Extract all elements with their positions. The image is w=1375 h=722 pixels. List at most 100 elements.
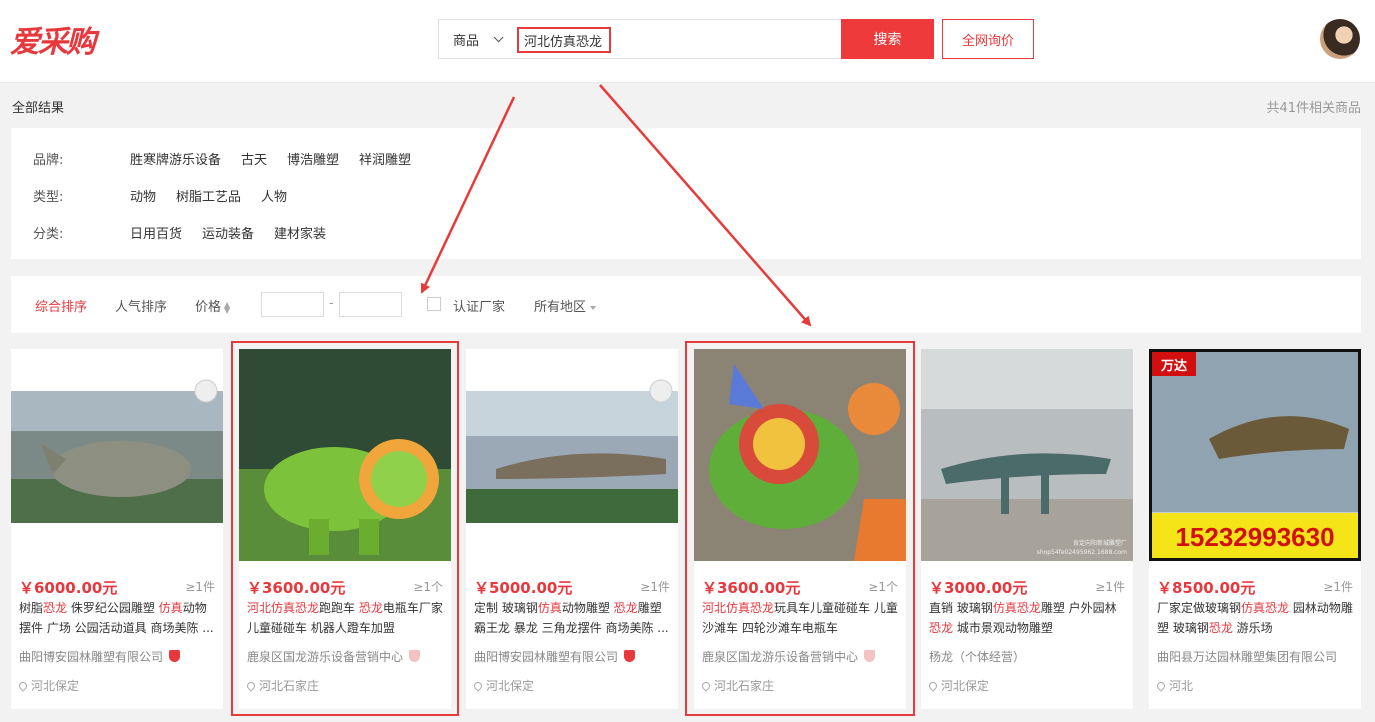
filter-row-type: 类型: 动物 树脂工艺品 人物 bbox=[33, 185, 307, 205]
product-price: ￥3600.00元 bbox=[702, 579, 801, 597]
location-text: 河北保定 bbox=[31, 679, 80, 693]
product-price: ￥3000.00元 bbox=[929, 579, 1028, 597]
product-company[interactable]: 曲阳县万达园林雕塑集团有限公司 bbox=[1157, 648, 1337, 665]
product-card[interactable]: ￥6000.00元 ≥1件 树脂恐龙 侏罗纪公园雕塑 仿真动物摆件 广场 公园活… bbox=[11, 349, 223, 709]
brand-tag-text: 万达 bbox=[1160, 358, 1187, 374]
region-select[interactable]: 所有地区 bbox=[534, 296, 597, 315]
company-name: 鹿泉区国龙游乐设备营销中心 bbox=[702, 650, 859, 664]
product-title[interactable]: 定制 玻璃钢仿真动物雕塑 恐龙雕塑 霸王龙 暴龙 三角龙摆件 商场美陈 ... bbox=[474, 598, 672, 638]
product-price: ￥5000.00元 bbox=[474, 579, 573, 597]
certified-label[interactable]: 认证厂家 bbox=[453, 296, 505, 315]
location-text: 河北石家庄 bbox=[714, 679, 775, 693]
product-image[interactable]: 15232993630 万达 bbox=[1149, 349, 1361, 561]
product-location: 河北保定 bbox=[472, 677, 535, 694]
filter-label-type: 类型: bbox=[33, 189, 64, 205]
product-card[interactable]: ￥3600.00元 ≥1个 河北仿真恐龙玩具车儿童碰碰车 儿童沙滩车 四轮沙滩车… bbox=[694, 349, 906, 709]
product-card[interactable]: ￥5000.00元 ≥1件 定制 玻璃钢仿真动物雕塑 恐龙雕塑 霸王龙 暴龙 三… bbox=[466, 349, 678, 709]
sort-bar: 综合排序 人气排序 价格 ▲ ▼ - 认证厂家 所有地区 bbox=[11, 276, 1361, 333]
caret-down-icon bbox=[590, 305, 597, 310]
title-text: 厂家定做玻璃钢 bbox=[1157, 601, 1242, 615]
filter-option-brand[interactable]: 博浩雕塑 bbox=[287, 149, 339, 168]
filter-option-brand[interactable]: 祥润雕塑 bbox=[359, 149, 411, 168]
product-title[interactable]: 厂家定做玻璃钢仿真恐龙 园林动物雕塑 玻璃钢恐龙 游乐场 bbox=[1157, 598, 1355, 638]
product-company[interactable]: 鹿泉区国龙游乐设备营销中心 bbox=[702, 648, 876, 665]
title-text: 游乐场 bbox=[1232, 621, 1273, 635]
search-category-label: 商品 bbox=[453, 33, 480, 49]
title-keyword-highlight: 仿真恐龙 bbox=[992, 601, 1041, 615]
product-card[interactable]: 肯定向阳新城雕塑厂 shop54fe02495962.1688.com ￥300… bbox=[921, 349, 1133, 709]
filter-row-category: 分类: 日用百货 运动装备 建材家装 bbox=[33, 222, 346, 242]
product-image[interactable]: 肯定向阳新城雕塑厂 shop54fe02495962.1688.com bbox=[921, 349, 1133, 561]
global-inquiry-button[interactable]: 全网询价 bbox=[942, 19, 1034, 59]
product-card[interactable]: 15232993630 万达 ￥8500.00元 ≥1件 厂家定做玻璃钢仿真恐龙… bbox=[1149, 349, 1361, 709]
title-keyword-highlight: 恐龙 bbox=[1208, 621, 1233, 635]
title-keyword-highlight: 仿真恐龙 bbox=[1241, 601, 1290, 615]
product-title[interactable]: 树脂恐龙 侏罗纪公园雕塑 仿真动物摆件 广场 公园活动道具 商场美陈 ... bbox=[19, 598, 217, 638]
image-watermark: 肯定向阳新城雕塑厂 bbox=[1073, 539, 1127, 547]
title-text: 直销 玻璃钢 bbox=[929, 601, 993, 615]
title-text: 动物雕塑 bbox=[561, 601, 614, 615]
product-company[interactable]: 鹿泉区国龙游乐设备营销中心 bbox=[247, 648, 421, 665]
title-keyword-highlight: 恐龙 bbox=[358, 601, 383, 615]
filter-option-type[interactable]: 树脂工艺品 bbox=[176, 186, 241, 205]
all-results-label: 全部结果 bbox=[12, 101, 65, 116]
product-location: 河北石家庄 bbox=[245, 677, 319, 694]
search-category-select[interactable]: 商品 bbox=[439, 20, 515, 58]
search-button[interactable]: 搜索 bbox=[841, 19, 934, 59]
product-image[interactable] bbox=[11, 349, 223, 561]
filter-option-type[interactable]: 人物 bbox=[261, 186, 287, 205]
product-company[interactable]: 曲阳博安园林雕塑有限公司 bbox=[19, 648, 181, 665]
location-text: 河北 bbox=[1169, 679, 1194, 693]
filter-label-category: 分类: bbox=[33, 226, 64, 242]
product-moq: ≥1件 bbox=[185, 580, 215, 594]
product-image[interactable] bbox=[694, 349, 906, 561]
product-title[interactable]: 直销 玻璃钢仿真恐龙雕塑 户外园林 恐龙 城市景观动物雕塑 bbox=[929, 598, 1127, 638]
sort-price[interactable]: 价格 ▲ ▼ bbox=[195, 296, 230, 315]
title-text: 侏罗纪公园雕塑 bbox=[67, 601, 159, 615]
certified-checkbox[interactable] bbox=[427, 297, 441, 311]
product-moq: ≥1件 bbox=[640, 580, 670, 594]
location-text: 河北保定 bbox=[486, 679, 535, 693]
product-company[interactable]: 曲阳博安园林雕塑有限公司 bbox=[474, 648, 636, 665]
product-image[interactable] bbox=[239, 349, 451, 561]
results-count: 共41件相关商品 bbox=[1266, 101, 1361, 116]
title-keyword-highlight: 河北仿真恐龙 bbox=[247, 601, 320, 615]
filter-option-category[interactable]: 建材家装 bbox=[274, 223, 326, 242]
verified-badge-icon bbox=[624, 650, 636, 662]
location-pin-icon bbox=[927, 680, 939, 692]
title-text: 树脂 bbox=[19, 601, 44, 615]
product-card[interactable]: ￥3600.00元 ≥1个 河北仿真恐龙跑跑车 恐龙电瓶车厂家 儿童碰碰车 机器… bbox=[239, 349, 451, 709]
sort-popularity[interactable]: 人气排序 bbox=[115, 296, 167, 315]
product-image[interactable] bbox=[466, 349, 678, 561]
sort-comprehensive[interactable]: 综合排序 bbox=[35, 296, 87, 315]
title-text: 跑跑车 bbox=[319, 601, 359, 615]
company-name: 杨龙（个体经营） bbox=[929, 650, 1026, 664]
product-title[interactable]: 河北仿真恐龙玩具车儿童碰碰车 儿童沙滩车 四轮沙滩车电瓶车 bbox=[702, 598, 900, 638]
user-avatar[interactable] bbox=[1320, 19, 1360, 59]
company-name: 曲阳县万达园林雕塑集团有限公司 bbox=[1157, 650, 1338, 664]
product-moq: ≥1件 bbox=[1095, 580, 1125, 594]
product-company[interactable]: 杨龙（个体经营） bbox=[929, 648, 1025, 665]
price-min-input[interactable] bbox=[261, 292, 324, 317]
filter-row-brand: 品牌: 胜寒牌游乐设备 古天 博浩雕塑 祥润雕塑 bbox=[33, 148, 431, 168]
title-keyword-highlight: 河北仿真恐龙 bbox=[702, 601, 775, 615]
filter-option-brand[interactable]: 胜寒牌游乐设备 bbox=[130, 149, 221, 168]
product-location: 河北保定 bbox=[17, 677, 80, 694]
title-keyword-highlight: 恐龙 bbox=[613, 601, 638, 615]
filter-option-category[interactable]: 运动装备 bbox=[202, 223, 254, 242]
product-moq: ≥1件 bbox=[1323, 580, 1353, 594]
product-title[interactable]: 河北仿真恐龙跑跑车 恐龙电瓶车厂家 儿童碰碰车 机器人蹬车加盟 bbox=[247, 598, 445, 638]
sort-arrows-icon: ▲ ▼ bbox=[224, 299, 231, 315]
filter-option-category[interactable]: 日用百货 bbox=[130, 223, 182, 242]
filter-option-type[interactable]: 动物 bbox=[130, 186, 156, 205]
product-moq: ≥1个 bbox=[413, 580, 443, 594]
aicaigou-logo[interactable]: 爱采购 bbox=[10, 20, 96, 60]
search-box: 商品 bbox=[438, 19, 842, 59]
search-input[interactable] bbox=[517, 27, 611, 53]
product-location: 河北石家庄 bbox=[700, 677, 775, 694]
chevron-down-icon bbox=[493, 31, 504, 42]
price-max-input[interactable] bbox=[339, 292, 402, 317]
filter-option-brand[interactable]: 古天 bbox=[241, 149, 267, 168]
title-text: 城市景观动物雕塑 bbox=[953, 621, 1053, 635]
location-pin-icon bbox=[700, 680, 712, 692]
